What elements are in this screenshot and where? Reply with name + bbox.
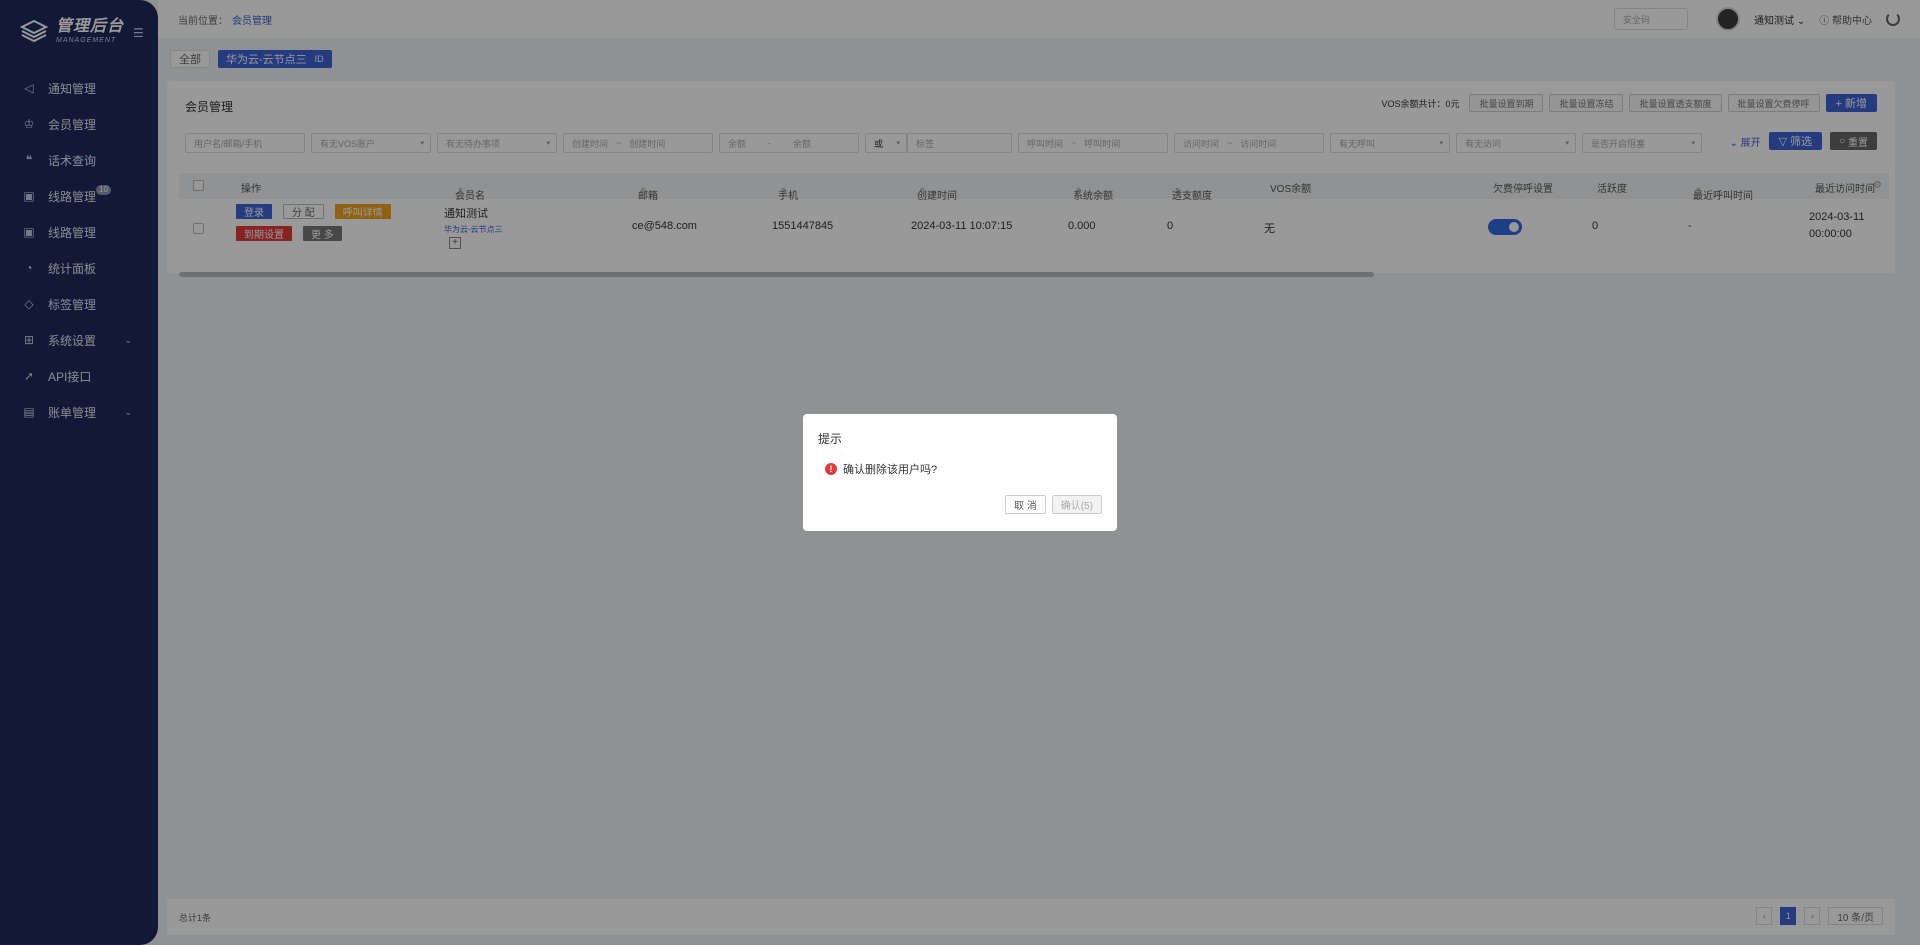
cancel-button[interactable]: 取 消: [1004, 495, 1046, 514]
confirm-button[interactable]: 确认(5): [1051, 495, 1102, 514]
confirm-dialog: 提示 ! 确认删除该用户吗? 取 消 确认(5): [803, 414, 1117, 531]
dialog-title: 提示: [818, 432, 843, 446]
warning-icon: !: [825, 463, 837, 475]
dialog-message: ! 确认删除该用户吗?: [825, 461, 937, 477]
dialog-message-text: 确认删除该用户吗?: [843, 464, 938, 476]
dialog-actions: 取 消 确认(5): [1004, 495, 1102, 514]
